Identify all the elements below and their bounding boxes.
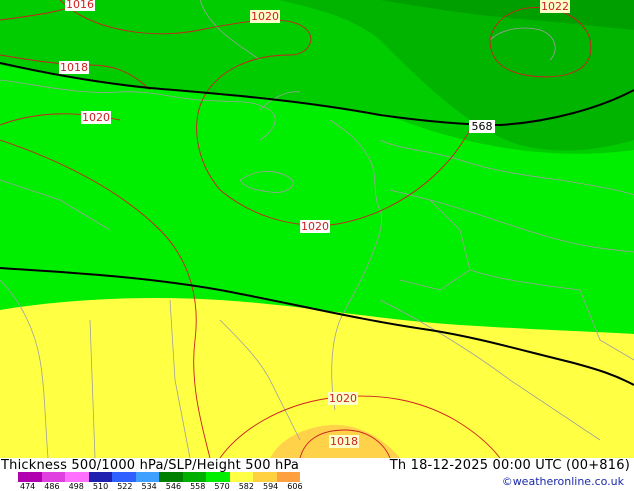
legend-swatch	[206, 472, 230, 482]
map-canvas: 1016 1020 1022 1018 1020 1020 1020 1018 …	[0, 0, 634, 458]
legend-swatch	[253, 472, 277, 482]
map-footer: Thickness 500/1000 hPa/SLP/Height 500 hP…	[0, 458, 634, 491]
height-label-text: 568	[472, 120, 493, 133]
height-label-568: 568	[469, 120, 495, 133]
legend-swatch	[112, 472, 136, 482]
legend-swatch	[182, 472, 206, 482]
legend-swatch	[65, 472, 89, 482]
credit-link[interactable]: ©weatheronline.co.uk	[502, 475, 624, 488]
legend-swatch	[229, 472, 253, 482]
isobar-label-1020-center: 1020	[300, 220, 330, 233]
legend-swatch	[88, 472, 112, 482]
legend-swatch	[41, 472, 65, 482]
isobar-label-1018-left: 1018	[59, 61, 89, 74]
legend-swatch	[18, 472, 42, 482]
isobar-label-text: 1020	[251, 10, 279, 23]
thickness-legend-ticks: 474 486 498 510 522 534 546 558 570 582 594 606	[20, 482, 320, 491]
isobar-label-text: 1022	[541, 0, 569, 13]
legend-swatch	[159, 472, 183, 482]
isobar-label-text: 1020	[301, 220, 329, 233]
valid-time: Th 18-12-2025 00:00 UTC (00+816)	[389, 458, 630, 473]
isobar-label-text: 1020	[82, 111, 110, 124]
thickness-legend-bar	[18, 472, 300, 482]
isobar-label-text: 1018	[330, 435, 358, 448]
isobar-label-1022: 1022	[540, 0, 570, 13]
isobar-label-1020-bottom: 1020	[328, 392, 358, 405]
isobar-label-text: 1018	[60, 61, 88, 74]
map-title: Thickness 500/1000 hPa/SLP/Height 500 hP…	[1, 458, 300, 473]
legend-swatch	[135, 472, 159, 482]
isobar-label-1020-top: 1020	[250, 10, 280, 23]
isobar-label-text: 1016	[66, 0, 94, 11]
isobar-label-1018-bottom: 1018	[329, 435, 359, 448]
isobar-label-text: 1020	[329, 392, 357, 405]
isobar-label-1020-left: 1020	[81, 111, 111, 124]
isobar-label-1016: 1016	[65, 0, 95, 11]
legend-swatch	[276, 472, 300, 482]
weather-map: 1016 1020 1022 1018 1020 1020 1020 1018 …	[0, 0, 634, 458]
